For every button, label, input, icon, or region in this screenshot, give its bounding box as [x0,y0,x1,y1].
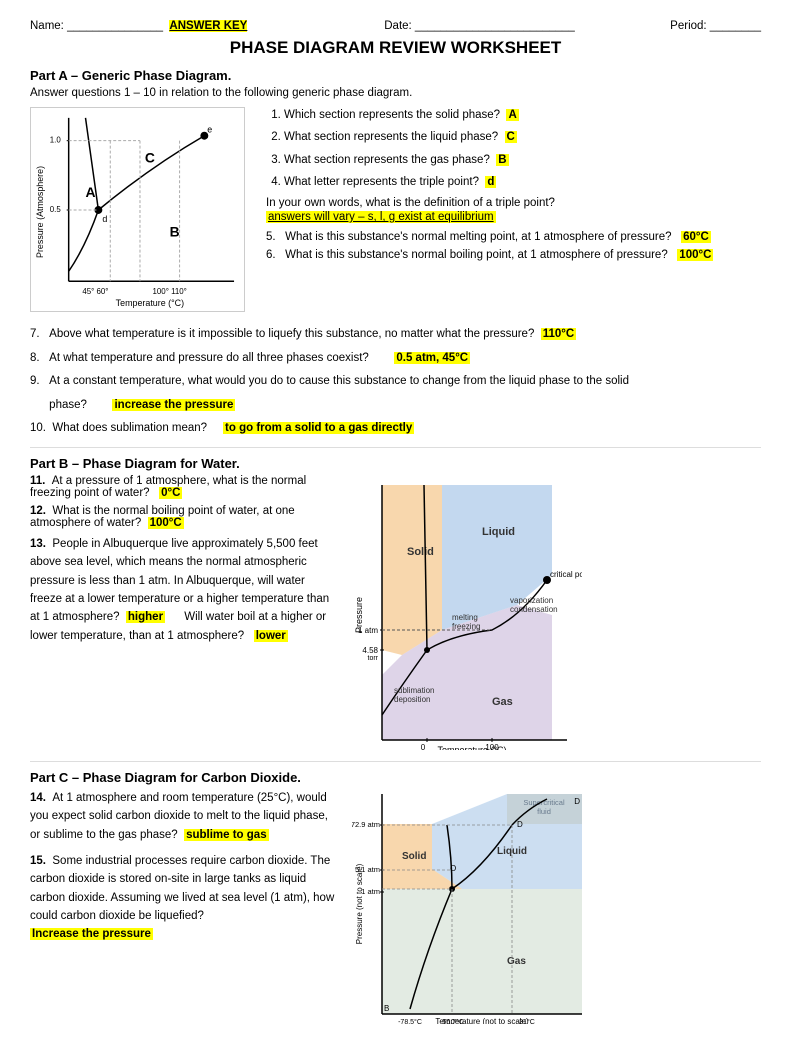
svg-text:Solid: Solid [407,546,434,558]
answer-key: ANSWER KEY [169,20,247,32]
svg-text:melting: melting [452,613,478,622]
answer-15: Increase the pressure [30,928,153,940]
answer-8: 0.5 atm, 45°C [394,352,470,364]
answer-10: to go from a solid to a gas directly [223,422,414,434]
svg-text:5.1 atm: 5.1 atm [355,865,380,874]
svg-text:vaporization: vaporization [510,596,553,605]
svg-text:deposition: deposition [394,695,430,704]
svg-text:torr: torr [368,655,379,662]
svg-text:1 atm: 1 atm [358,626,378,635]
part-b: Part B – Phase Diagram for Water. 11. At… [30,456,761,753]
svg-text:D: D [517,820,523,829]
header: Name: _______________ ANSWER KEY Date: _… [30,20,761,32]
period-label: Period: ________ [670,20,761,32]
answer-2: C [505,131,517,143]
part-c-title: Part C – Phase Diagram for Carbon Dioxid… [30,770,761,785]
answer-7: 110°C [541,328,576,340]
answer-1: A [506,109,518,121]
water-phase-diagram: Pressure Temperature (°C) 100 0 0.0098 1… [352,475,761,753]
part-a-intro: Answer questions 1 – 10 in relation to t… [30,87,761,99]
part-a-questions: Which section represents the solid phase… [266,107,761,315]
svg-text:0.5: 0.5 [50,205,62,214]
part-c: Part C – Phase Diagram for Carbon Dioxid… [30,770,761,1027]
svg-text:Temperature (°C): Temperature (°C) [116,298,184,308]
answer-14: sublime to gas [184,829,269,841]
svg-text:freezing: freezing [452,622,480,631]
svg-text:condensation: condensation [510,605,558,614]
svg-text:100: 100 [485,743,499,750]
svg-text:1.0: 1.0 [50,136,62,145]
date-label: Date: _________________________ [384,20,581,32]
svg-text:Gas: Gas [492,696,513,708]
svg-text:sublimation: sublimation [394,686,434,695]
part-a: Part A – Generic Phase Diagram. Answer q… [30,68,761,439]
svg-text:100° 110°: 100° 110° [153,287,187,296]
svg-text:72.9 atm: 72.9 atm [352,820,380,829]
answer-4: d [485,176,496,188]
svg-text:45° 60°: 45° 60° [82,287,108,296]
part-b-title: Part B – Phase Diagram for Water. [30,456,761,471]
answer-3: B [496,154,508,166]
svg-text:e: e [207,125,212,135]
svg-text:B: B [170,224,180,240]
svg-text:-78.5°C: -78.5°C [398,1018,422,1024]
answer-11: 0°C [159,487,182,499]
part-c-questions: 14. At 1 atmosphere and room temperature… [30,789,340,1027]
svg-text:C: C [145,149,155,165]
name-label: Name: _______________ ANSWER KEY [30,20,295,32]
svg-text:4.58: 4.58 [362,646,378,655]
answer-12: 100°C [148,517,184,529]
svg-text:Solid: Solid [402,851,426,862]
svg-text:d: d [102,214,107,224]
svg-text:Pressure (Atmosphere): Pressure (Atmosphere) [35,166,45,258]
svg-text:Gas: Gas [507,956,526,967]
part-b-questions: 11. At a pressure of 1 atmosphere, what … [30,475,340,753]
svg-text:Liquid: Liquid [482,526,515,538]
part-a-title: Part A – Generic Phase Diagram. [30,68,761,83]
svg-text:D: D [574,797,580,806]
answer-5: 60°C [681,231,711,243]
answer-9: increase the pressure [112,399,235,411]
svg-text:-56.7°C: -56.7°C [440,1018,464,1024]
svg-text:Pressure (not to scale): Pressure (not to scale) [355,863,364,944]
answer-triple-point: answers will vary – s, l, g exist at equ… [266,211,496,223]
svg-text:B: B [384,1004,389,1013]
svg-text:1 atm: 1 atm [361,887,380,896]
generic-phase-diagram: Pressure (Atmosphere) 1.0 0.5 45° 60° 10… [30,107,250,315]
page-title: PHASE DIAGRAM REVIEW WORKSHEET [30,38,761,58]
svg-text:31°C: 31°C [519,1018,535,1024]
part-a-full-questions: 7. Above what temperature is it impossib… [30,325,761,439]
answer-13a: higher [126,611,165,623]
svg-text:A: A [86,184,96,200]
svg-text:critical point: critical point [550,570,582,579]
co2-phase-diagram: Supercritical fluid Liquid Solid Gas Pre… [352,789,761,1027]
answer-6: 100°C [677,249,713,261]
svg-text:0: 0 [421,743,426,750]
answer-13b: lower [254,630,288,642]
